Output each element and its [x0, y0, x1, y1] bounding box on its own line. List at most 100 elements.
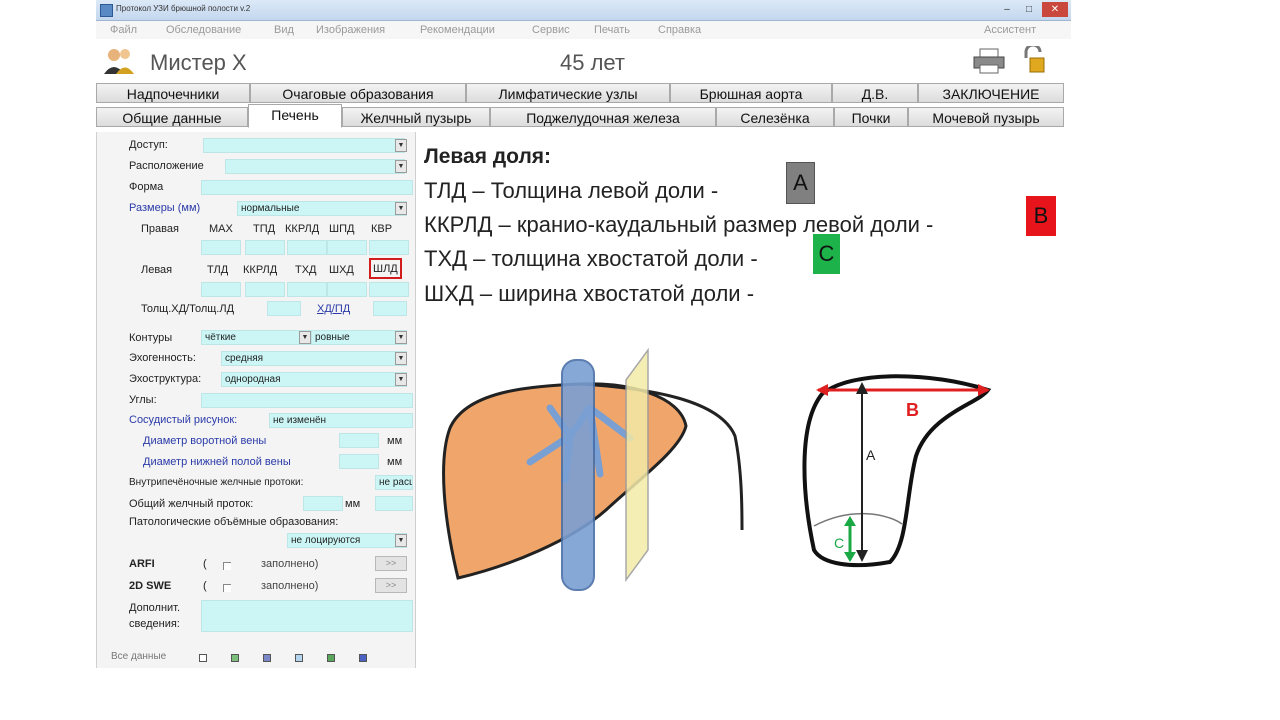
- pathology-select[interactable]: не лоцируются: [287, 533, 407, 548]
- chevron-down-icon[interactable]: ▼: [395, 331, 407, 344]
- common-duct-unit: мм: [345, 498, 361, 510]
- tab-aorta[interactable]: Брюшная аорта: [670, 83, 832, 103]
- menu-file[interactable]: Файл: [110, 24, 137, 36]
- ratio-field[interactable]: [267, 301, 301, 316]
- menu-recommendations[interactable]: Рекомендации: [420, 24, 495, 36]
- maximize-button[interactable]: □: [1018, 2, 1040, 17]
- extra-notes-field[interactable]: [201, 600, 413, 632]
- close-button[interactable]: ✕: [1042, 2, 1068, 17]
- view-checkbox-3[interactable]: [263, 654, 271, 662]
- arfi-checkbox[interactable]: [223, 562, 231, 570]
- swe-paren: (: [203, 580, 207, 592]
- echostructure-label: Эхоструктура:: [129, 373, 202, 385]
- ivc-unit: мм: [387, 456, 403, 468]
- chevron-down-icon[interactable]: ▼: [395, 160, 407, 173]
- tab-conclusion[interactable]: ЗАКЛЮЧЕНИЕ: [918, 83, 1064, 103]
- common-duct-extra-field[interactable]: [375, 496, 413, 511]
- access-select[interactable]: [203, 138, 405, 153]
- swe-checkbox[interactable]: [223, 584, 231, 592]
- angles-field[interactable]: [201, 393, 413, 408]
- contours-select-1[interactable]: чёткие: [201, 330, 311, 345]
- right-lobe-label: Правая: [141, 223, 179, 235]
- portal-vein-field[interactable]: [339, 433, 379, 448]
- right-max-field[interactable]: [201, 240, 241, 255]
- left-header-thd: ТХД: [295, 264, 317, 276]
- tab-gallbladder[interactable]: Желчный пузырь: [342, 107, 490, 127]
- tab-kidneys[interactable]: Почки: [834, 107, 908, 127]
- chevron-down-icon[interactable]: ▼: [395, 202, 407, 215]
- view-checkbox-4[interactable]: [295, 654, 303, 662]
- right-header-tpd: ТПД: [253, 223, 276, 235]
- left-tld-field[interactable]: [201, 282, 241, 297]
- ivc-label: Диаметр нижней полой вены: [143, 456, 291, 468]
- printer-icon[interactable]: [972, 48, 1006, 74]
- contours-select-2[interactable]: ровные: [311, 330, 407, 345]
- chevron-down-icon[interactable]: ▼: [299, 331, 311, 344]
- access-label: Доступ:: [129, 139, 168, 151]
- location-select[interactable]: [225, 159, 405, 174]
- common-duct-field[interactable]: [303, 496, 343, 511]
- badge-c: C: [813, 234, 840, 274]
- menu-service[interactable]: Сервис: [532, 24, 570, 36]
- echogenicity-select[interactable]: средняя: [221, 351, 407, 366]
- swe-open-button[interactable]: >>: [375, 578, 407, 593]
- minimize-button[interactable]: –: [996, 2, 1018, 17]
- vascular-field[interactable]: не изменён: [269, 413, 413, 428]
- liver-diagram: [442, 347, 744, 591]
- right-shpd-field[interactable]: [327, 240, 367, 255]
- left-shld-field[interactable]: [369, 282, 409, 297]
- right-tpd-field[interactable]: [245, 240, 285, 255]
- menu-images[interactable]: Изображения: [316, 24, 385, 36]
- tab-liver[interactable]: Печень: [248, 104, 342, 128]
- tab-lymph-nodes[interactable]: Лимфатические узлы: [466, 83, 670, 103]
- menu-help[interactable]: Справка: [658, 24, 701, 36]
- left-thd-field[interactable]: [287, 282, 327, 297]
- tab-dv[interactable]: Д.В.: [832, 83, 918, 103]
- left-kkrld-field[interactable]: [245, 282, 285, 297]
- label-b: B: [906, 400, 919, 420]
- ivc-field[interactable]: [339, 454, 379, 469]
- left-shhd-field[interactable]: [327, 282, 367, 297]
- portal-unit: мм: [387, 435, 403, 447]
- sizes-label: Размеры (мм): [129, 202, 201, 214]
- tab-focal-lesions[interactable]: Очаговые образования: [250, 83, 466, 103]
- view-checkbox-6[interactable]: [359, 654, 367, 662]
- tab-adrenals[interactable]: Надпочечники: [96, 83, 250, 103]
- chevron-down-icon[interactable]: ▼: [395, 373, 407, 386]
- arfi-label: ARFI: [129, 558, 155, 570]
- badge-a: A: [786, 162, 815, 204]
- label-a: A: [866, 447, 876, 463]
- chevron-down-icon[interactable]: ▼: [395, 139, 407, 152]
- left-header-shhd: ШХД: [329, 264, 354, 276]
- intrahepatic-ducts-field[interactable]: не расширены: [375, 475, 413, 490]
- arfi-open-button[interactable]: >>: [375, 556, 407, 571]
- tab-bladder[interactable]: Мочевой пузырь: [908, 107, 1064, 127]
- view-checkbox-5[interactable]: [327, 654, 335, 662]
- menu-print[interactable]: Печать: [594, 24, 630, 36]
- echostructure-select[interactable]: однородная: [221, 372, 407, 387]
- shape-field[interactable]: [201, 180, 413, 195]
- kkrld-description: ККРЛД – кранио-каудальный размер левой д…: [424, 212, 934, 237]
- right-kvr-field[interactable]: [369, 240, 409, 255]
- chevron-down-icon[interactable]: ▼: [395, 534, 407, 547]
- menu-view[interactable]: Вид: [274, 24, 294, 36]
- patient-name: Мистер Х: [150, 50, 247, 75]
- menu-assistant[interactable]: Ассистент: [984, 24, 1036, 36]
- shhd-description: ШХД – ширина хвостатой доли -: [424, 281, 755, 306]
- ratio2-field[interactable]: [373, 301, 407, 316]
- lock-icon[interactable]: [1020, 46, 1046, 74]
- sizes-select[interactable]: нормальные: [237, 201, 407, 216]
- right-kkrld-field[interactable]: [287, 240, 327, 255]
- view-checkbox-2[interactable]: [231, 654, 239, 662]
- chevron-down-icon[interactable]: ▼: [395, 352, 407, 365]
- window-title: Протокол УЗИ брюшной полости v.2: [116, 4, 251, 13]
- tab-spleen[interactable]: Селезёнка: [716, 107, 834, 127]
- tab-general[interactable]: Общие данные: [96, 107, 248, 127]
- left-header-shld: ШЛД: [369, 258, 402, 279]
- echogenicity-label: Эхогенность:: [129, 352, 196, 364]
- tab-pancreas[interactable]: Поджелудочная железа: [490, 107, 716, 127]
- angles-label: Углы:: [129, 394, 157, 406]
- view-checkbox-1[interactable]: [199, 654, 207, 662]
- menu-exam[interactable]: Обследование: [166, 24, 241, 36]
- shape-label: Форма: [129, 181, 164, 193]
